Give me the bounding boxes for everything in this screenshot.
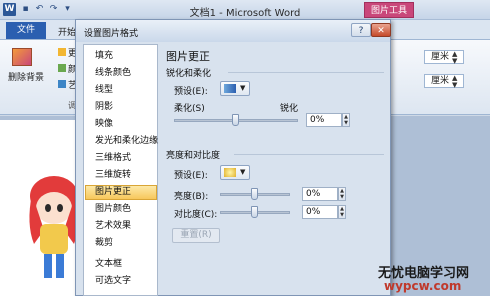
bc-preset-label: 预设(E): xyxy=(174,171,208,181)
format-picture-dialog: 设置图片格式 ? ✕ 填充 线条颜色 线型 阴影 映像 发光和柔化边缘 三维格式… xyxy=(75,19,391,296)
nav-item-fill[interactable]: 填充 xyxy=(85,49,157,64)
brightness-value-field[interactable]: 0% xyxy=(302,187,338,201)
tab-file[interactable]: 文件 xyxy=(6,22,46,39)
tab-home[interactable]: 开始 xyxy=(58,25,76,38)
nav-item-glow-soft-edges[interactable]: 发光和柔化边缘 xyxy=(85,134,158,149)
sharpen-preset-label: 预设(E): xyxy=(174,87,208,97)
width-spinner-icon[interactable]: ▲ ▼ xyxy=(452,75,460,89)
contrast-label: 对比度(C): xyxy=(174,210,218,220)
nav-item-shadow[interactable]: 阴影 xyxy=(85,100,157,115)
sharpen-preset-dropdown[interactable]: ▼ xyxy=(220,81,250,96)
bc-preset-dropdown[interactable]: ▼ xyxy=(220,165,250,180)
nav-item-crop[interactable]: 裁剪 xyxy=(85,236,157,251)
soften-label: 柔化(S) xyxy=(174,104,205,114)
chevron-down-icon: ▼ xyxy=(240,84,246,92)
nav-item-line-style[interactable]: 线型 xyxy=(85,83,157,98)
contrast-spinner[interactable]: ▲ ▼ xyxy=(338,205,346,219)
nav-item-3d-rotation[interactable]: 三维旋转 xyxy=(85,168,157,183)
nav-item-text-box[interactable]: 文本框 xyxy=(85,257,157,272)
sharpen-spinner[interactable]: ▲ ▼ xyxy=(342,113,350,127)
nav-item-artistic-effects[interactable]: 艺术效果 xyxy=(85,219,157,234)
dialog-title: 设置图片格式 xyxy=(84,29,139,39)
picture-tools-context-tab[interactable]: 图片工具 xyxy=(364,2,414,18)
watermark-url: wypcw.com xyxy=(384,279,462,293)
nav-item-alt-text[interactable]: 可选文字 xyxy=(85,274,157,289)
category-list: 填充 线条颜色 线型 阴影 映像 发光和柔化边缘 三维格式 三维旋转 图片更正 … xyxy=(83,44,158,296)
window-title: 文档1 - Microsoft Word xyxy=(189,8,301,19)
contrast-value-field[interactable]: 0% xyxy=(302,205,338,219)
picture-corrections-panel: 图片更正 锐化和柔化 预设(E): ▼ 柔化(S) 锐化 0% ▲ ▼ 亮度和对比… xyxy=(162,44,388,296)
color-icon xyxy=(58,64,66,72)
contrast-slider-thumb[interactable] xyxy=(251,206,258,218)
cartoon-picture[interactable] xyxy=(24,174,80,284)
brightness-contrast-heading: 亮度和对比度 xyxy=(166,151,221,161)
help-button[interactable]: ? xyxy=(351,23,371,37)
reset-button[interactable]: 重置(R) xyxy=(172,228,220,243)
sharpen-label: 锐化 xyxy=(280,104,299,114)
close-button[interactable]: ✕ xyxy=(371,23,391,37)
corrections-icon xyxy=(58,48,66,56)
brightness-divider xyxy=(234,154,384,155)
height-spinner-icon[interactable]: ▲ ▼ xyxy=(452,51,460,65)
nav-item-picture-color[interactable]: 图片颜色 xyxy=(85,202,157,217)
brightness-spinner[interactable]: ▲ ▼ xyxy=(338,187,346,201)
nav-item-reflection[interactable]: 映像 xyxy=(85,117,157,132)
artistic-effects-icon xyxy=(58,80,66,88)
bc-preset-swatch-icon xyxy=(224,168,236,177)
sharpen-divider xyxy=(228,72,384,73)
dialog-title-bar[interactable]: 设置图片格式 ? ✕ xyxy=(76,20,391,42)
chevron-down-icon: ▼ xyxy=(240,168,246,176)
brightness-label: 亮度(B): xyxy=(174,192,209,202)
nav-item-picture-corrections[interactable]: 图片更正 xyxy=(85,185,157,200)
remove-background-button[interactable]: 删除背景 xyxy=(8,70,44,83)
sharpen-value-field[interactable]: 0% xyxy=(306,113,342,127)
remove-background-icon[interactable] xyxy=(12,48,32,66)
sharpen-preset-swatch-icon xyxy=(224,84,236,93)
nav-item-line-color[interactable]: 线条颜色 xyxy=(85,66,157,81)
sharpen-slider-thumb[interactable] xyxy=(232,114,239,126)
brightness-slider-thumb[interactable] xyxy=(251,188,258,200)
panel-title: 图片更正 xyxy=(166,50,210,63)
nav-item-3d-format[interactable]: 三维格式 xyxy=(85,151,157,166)
sharpen-soften-heading: 锐化和柔化 xyxy=(166,69,212,79)
